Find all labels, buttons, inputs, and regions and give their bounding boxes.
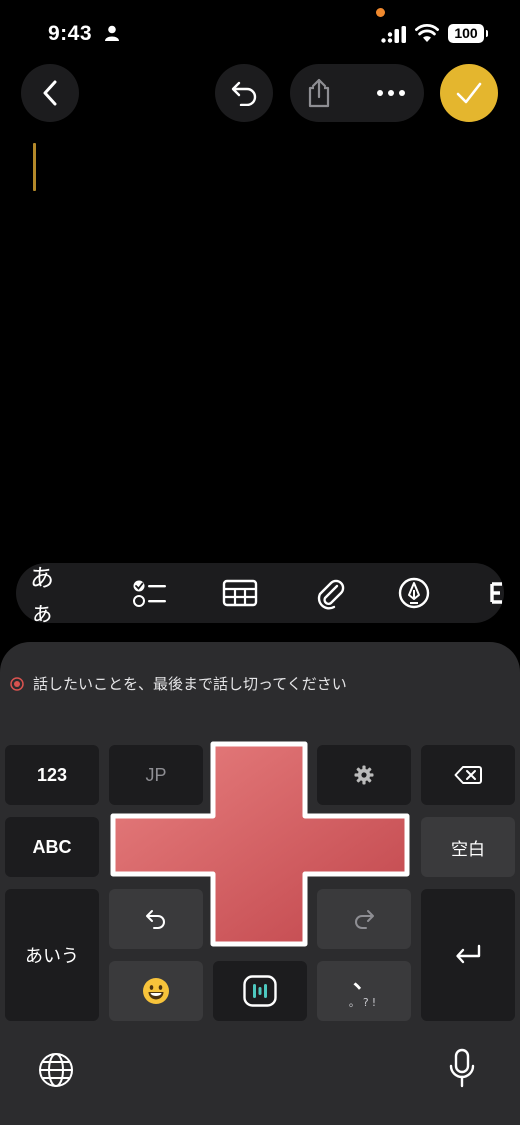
table-button[interactable] [216, 563, 264, 623]
text-cursor [33, 143, 36, 191]
person-icon [105, 25, 119, 41]
emoji-icon [143, 978, 169, 1004]
markup-button[interactable] [390, 563, 438, 623]
voice-input-key[interactable] [213, 961, 307, 1021]
abc-key[interactable]: ABC [5, 817, 99, 877]
done-button[interactable] [440, 64, 498, 122]
paperclip-icon [317, 579, 345, 610]
punctuation-sub: 。?! [348, 996, 380, 1009]
back-button[interactable] [21, 64, 79, 122]
actions-pill [290, 64, 424, 122]
format-overflow-icon [490, 582, 502, 604]
checklist-icon [133, 580, 166, 607]
attach-button[interactable] [306, 563, 354, 623]
undo-button[interactable] [215, 64, 273, 122]
cellular-signal-icon [381, 26, 406, 43]
table-icon [222, 579, 258, 607]
checklist-button[interactable] [126, 563, 174, 623]
status-bar: 9:43 100 [0, 0, 520, 60]
camera-indicator-dot [376, 8, 385, 17]
emoji-key[interactable] [109, 961, 203, 1021]
globe-icon[interactable] [38, 1052, 74, 1088]
voice-hint-text: 話したいことを、最後まで話し切ってください [33, 675, 347, 693]
kana-key[interactable]: あいう [5, 889, 99, 1021]
chevron-left-icon [43, 80, 57, 106]
format-toolbar: あぁ [16, 563, 504, 623]
pen-circle-icon [398, 577, 430, 609]
checkmark-icon [456, 82, 482, 104]
delete-key[interactable] [421, 745, 515, 805]
microphone-icon[interactable] [449, 1048, 475, 1088]
battery-indicator: 100 [448, 24, 488, 43]
numbers-key[interactable]: 123 [5, 745, 99, 805]
voice-hint: 話したいことを、最後まで話し切ってください [10, 673, 347, 694]
ellipsis-icon[interactable] [376, 88, 406, 98]
voice-wave-icon [243, 975, 277, 1007]
share-icon[interactable] [306, 78, 332, 108]
record-icon [10, 676, 24, 691]
space-key[interactable]: 空白 [421, 817, 515, 877]
more-format-button[interactable] [482, 563, 504, 623]
wifi-icon [415, 24, 439, 42]
punctuation-main: 、 [352, 969, 375, 994]
punctuation-key[interactable]: 、 。?! [317, 961, 411, 1021]
undo-icon [231, 81, 257, 106]
red-cross-overlay [110, 741, 410, 947]
status-time: 9:43 [48, 22, 93, 45]
return-icon [456, 944, 481, 964]
enter-key[interactable] [421, 889, 515, 1021]
backspace-icon [454, 766, 482, 784]
text-style-button[interactable]: あぁ [30, 563, 76, 623]
